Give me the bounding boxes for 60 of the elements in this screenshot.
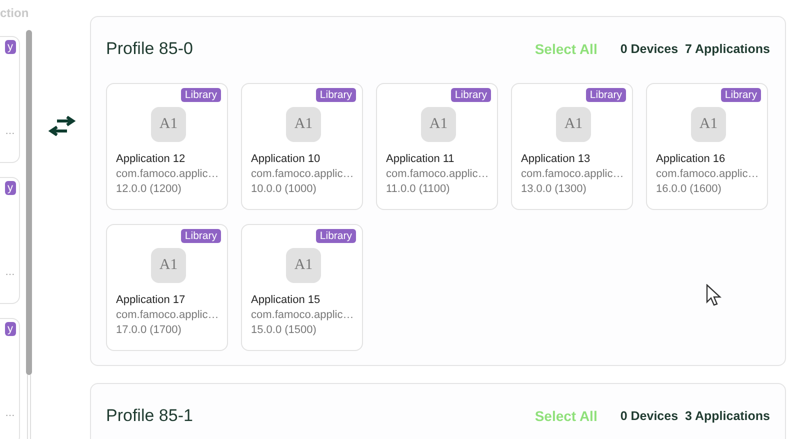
- package-name: …: [5, 126, 15, 137]
- app-version: 12.0.0 (1200): [116, 183, 182, 195]
- app-card[interactable]: y …: [0, 177, 20, 304]
- app-icon: A1: [286, 248, 321, 283]
- app-version: 17.0.0 (1700): [116, 324, 182, 336]
- app-card[interactable]: Library A1 Application 11 com.famoco.applic… 11.0.0 (1100): [376, 83, 498, 210]
- package-name: …: [5, 408, 15, 419]
- app-card[interactable]: Library A1 Application 17 com.famoco.applic… 17.0.0 (1700): [106, 224, 228, 351]
- package-name: com.famoco.applic…: [116, 309, 220, 321]
- app-name: Application 17: [116, 294, 186, 306]
- library-badge: Library: [180, 88, 221, 102]
- library-badge: Library: [316, 88, 356, 102]
- device-count: 0 Devices: [620, 42, 678, 56]
- package-name: com.famoco.applic…: [656, 168, 760, 180]
- app-version: 13.0.0 (1300): [521, 183, 588, 195]
- app-icon: A1: [286, 107, 321, 142]
- app-card[interactable]: Library A1 Application 12 com.famoco.applic… 12.0.0 (1200): [106, 83, 228, 210]
- package-name: com.famoco.applic…: [251, 168, 355, 180]
- application-count: 7 Applications: [685, 42, 770, 56]
- profile-title: Profile 85-0: [106, 39, 194, 59]
- app-card[interactable]: Library A1 Application 10 com.famoco.applic… 10.0.0 (1000): [241, 83, 363, 210]
- library-badge: Library: [450, 88, 491, 102]
- app-name: Application 10: [251, 153, 322, 165]
- app-name: Application 12: [116, 153, 186, 165]
- scrollbar-thumb[interactable]: [26, 30, 32, 375]
- app-version: 15.0.0 (1500): [251, 324, 318, 336]
- package-name: com.famoco.applic…: [116, 168, 220, 180]
- library-badge: Library: [720, 88, 761, 102]
- app-icon: A1: [151, 107, 186, 142]
- app-card[interactable]: Library A1 Application 13 com.famoco.applic… 13.0.0 (1300): [511, 83, 633, 210]
- app-card[interactable]: Library A1 Application 15 com.famoco.applic… 15.0.0 (1500): [241, 224, 363, 351]
- app-name: Application 16: [656, 153, 726, 165]
- app-card[interactable]: y …: [0, 36, 20, 163]
- package-name: …: [5, 267, 15, 278]
- app-version: 16.0.0 (1600): [656, 183, 722, 195]
- device-count: 0 Devices: [620, 409, 678, 423]
- app-name: Application 11: [386, 153, 456, 165]
- app-version: 10.0.0 (1000): [251, 183, 318, 195]
- package-name: com.famoco.applic…: [251, 309, 355, 321]
- package-name: com.famoco.applic…: [521, 168, 625, 180]
- profile-title: Profile 85-1: [106, 406, 194, 426]
- app-icon: A1: [556, 107, 591, 142]
- mouse-pointer-icon: [706, 284, 722, 308]
- library-badge: Library: [586, 88, 626, 102]
- package-name: com.famoco.applic…: [386, 168, 490, 180]
- app-card[interactable]: Library A1 Application 16 com.famoco.applic… 16.0.0 (1600): [646, 83, 768, 210]
- app-version: 11.0.0 (1100): [386, 183, 451, 195]
- app-name: Application 13: [521, 153, 592, 165]
- app-icon: A1: [421, 107, 456, 142]
- swap-arrows-icon[interactable]: [47, 116, 77, 136]
- library-badge: y: [4, 40, 16, 54]
- library-badge: Library: [180, 229, 221, 243]
- library-badge: Library: [316, 229, 356, 243]
- app-icon: A1: [151, 248, 186, 283]
- app-icon: A1: [691, 107, 726, 142]
- library-badge: y: [4, 181, 16, 195]
- application-count: 3 Applications: [685, 409, 770, 423]
- app-name: Application 15: [251, 294, 322, 306]
- app-card[interactable]: y …: [0, 318, 20, 439]
- library-badge: y: [4, 322, 16, 336]
